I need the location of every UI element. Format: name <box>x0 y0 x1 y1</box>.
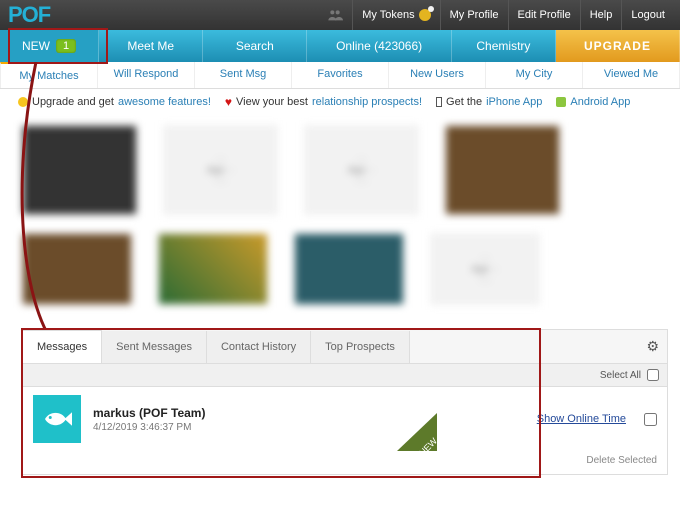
feat-android[interactable]: Android App <box>556 96 630 108</box>
nav-meet-me[interactable]: Meet Me <box>99 30 203 62</box>
feat-iphone-link[interactable]: iPhone App <box>486 96 542 108</box>
profile-card[interactable]: ···Age ······ <box>163 125 278 215</box>
tab-messages[interactable]: Messages <box>23 330 102 363</box>
profile-card[interactable]: ···Age ······ <box>430 233 540 305</box>
fish-icon <box>42 407 72 431</box>
feat-upgrade-link[interactable]: awesome features! <box>118 96 211 108</box>
message-row[interactable]: markus (POF Team) 4/12/2019 3:46:37 PM N… <box>23 387 667 451</box>
gear-icon[interactable]: ⚙ <box>638 338 667 355</box>
profile-card[interactable] <box>158 233 268 305</box>
subnav-will-respond[interactable]: Will Respond <box>98 62 195 88</box>
nav-upgrade[interactable]: UPGRADE <box>556 30 680 62</box>
feat-rel-pre: View your best <box>236 96 308 108</box>
feat-upgrade[interactable]: Upgrade and get awesome features! <box>18 96 211 108</box>
my-tokens-label: My Tokens <box>362 9 414 21</box>
tab-contact-history[interactable]: Contact History <box>207 331 311 363</box>
phone-icon <box>436 97 442 107</box>
nav-online[interactable]: Online (423066) <box>307 30 451 62</box>
subnav-new-users[interactable]: New Users <box>389 62 486 88</box>
feat-iphone-pre: Get the <box>446 96 482 108</box>
feat-upgrade-pre: Upgrade and get <box>32 96 114 108</box>
subnav-favorites[interactable]: Favorites <box>292 62 389 88</box>
profile-card[interactable]: ···Age ······ <box>304 125 419 215</box>
top-people-icon[interactable] <box>318 0 352 30</box>
sender-avatar[interactable] <box>33 395 81 443</box>
nav-new-badge: 1 <box>56 39 76 53</box>
message-timestamp: 4/12/2019 3:46:37 PM <box>93 422 205 433</box>
nav-new-label: NEW <box>22 39 50 53</box>
android-icon <box>556 97 566 107</box>
heart-icon: ♥ <box>225 95 232 109</box>
my-profile-link[interactable]: My Profile <box>440 0 508 30</box>
subnav-viewed-me[interactable]: Viewed Me <box>583 62 680 88</box>
tab-top-prospects[interactable]: Top Prospects <box>311 331 410 363</box>
brand-logo[interactable]: POF <box>6 2 56 28</box>
my-tokens-link[interactable]: My Tokens <box>352 0 439 30</box>
delete-selected-link[interactable]: Delete Selected <box>586 455 657 466</box>
profile-card[interactable] <box>22 125 137 215</box>
feat-android-link[interactable]: Android App <box>570 96 630 108</box>
messages-panel: Messages Sent Messages Contact History T… <box>22 329 668 475</box>
help-link[interactable]: Help <box>580 0 622 30</box>
show-online-time-link[interactable]: Show Online Time <box>537 413 626 425</box>
feat-rel-link[interactable]: relationship prospects! <box>312 96 422 108</box>
profile-card[interactable] <box>22 233 132 305</box>
nav-search[interactable]: Search <box>203 30 307 62</box>
select-all-checkbox[interactable] <box>647 369 659 381</box>
feat-relationships[interactable]: ♥ View your best relationship prospects! <box>225 95 422 109</box>
edit-profile-link[interactable]: Edit Profile <box>508 0 580 30</box>
new-badge: NEW <box>397 413 437 451</box>
profile-card[interactable] <box>445 125 560 215</box>
profile-card[interactable] <box>294 233 404 305</box>
subnav-my-city[interactable]: My City <box>486 62 583 88</box>
profile-grid: ···Age ······ ···Age ······ ···Age ·····… <box>0 115 680 325</box>
select-all-label: Select All <box>600 370 641 381</box>
nav-new[interactable]: NEW 1 <box>0 30 99 62</box>
nav-chemistry[interactable]: Chemistry <box>452 30 556 62</box>
message-sender: markus (POF Team) <box>93 406 205 420</box>
two-people-icon <box>327 7 343 23</box>
star-icon <box>18 97 28 107</box>
tab-sent-messages[interactable]: Sent Messages <box>102 331 207 363</box>
logout-link[interactable]: Logout <box>621 0 674 30</box>
subnav-my-matches[interactable]: My Matches <box>0 62 98 88</box>
message-select-checkbox[interactable] <box>644 413 657 426</box>
tokens-badge-icon <box>419 9 431 21</box>
feat-iphone[interactable]: Get the iPhone App <box>436 96 542 108</box>
subnav-sent-msg[interactable]: Sent Msg <box>195 62 292 88</box>
